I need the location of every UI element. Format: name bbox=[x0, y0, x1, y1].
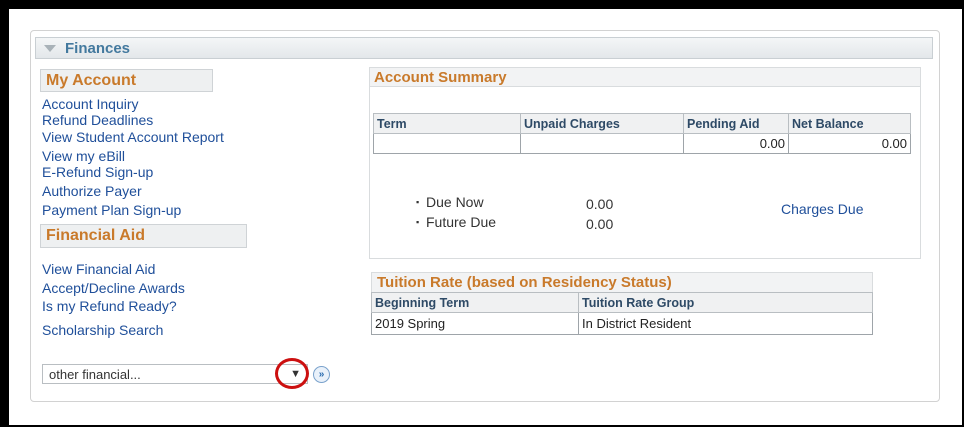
link-refund-deadlines[interactable]: Refund Deadlines bbox=[42, 112, 153, 128]
future-due-label: Future Due bbox=[416, 214, 496, 230]
link-payment-plan-sign-up[interactable]: Payment Plan Sign-up bbox=[42, 202, 181, 218]
my-account-heading: My Account bbox=[40, 69, 213, 92]
column-header: Pending Aid bbox=[683, 113, 789, 134]
future-due-value: 0.00 bbox=[586, 216, 614, 232]
select-value: other financial... bbox=[49, 367, 141, 382]
tuition-rate-table: Beginning Term Tuition Rate Group 2019 S… bbox=[371, 292, 873, 335]
go-button-icon[interactable]: » bbox=[313, 366, 330, 383]
collapse-triangle-icon[interactable] bbox=[44, 45, 56, 52]
account-summary-box bbox=[369, 67, 921, 259]
link-authorize-payer[interactable]: Authorize Payer bbox=[42, 183, 142, 199]
unpaid-charges-cell bbox=[520, 133, 684, 154]
link-e-refund-sign-up[interactable]: E-Refund Sign-up bbox=[42, 164, 153, 180]
table-header-row: Beginning Term Tuition Rate Group bbox=[371, 292, 873, 313]
column-header: Beginning Term bbox=[371, 292, 579, 313]
tuition-rate-group-cell: In District Resident bbox=[578, 312, 873, 335]
link-is-my-refund-ready[interactable]: Is my Refund Ready? bbox=[42, 298, 177, 314]
link-accept-decline-awards[interactable]: Accept/Decline Awards bbox=[42, 280, 185, 296]
net-balance-cell: 0.00 bbox=[788, 133, 911, 154]
account-summary-table: Term Unpaid Charges Pending Aid Net Bala… bbox=[373, 113, 911, 154]
link-scholarship-search[interactable]: Scholarship Search bbox=[42, 322, 163, 338]
due-now-label: Due Now bbox=[416, 194, 484, 210]
account-summary-title: Account Summary bbox=[369, 67, 921, 87]
table-row: 2019 Spring In District Resident bbox=[371, 312, 873, 335]
column-header: Term bbox=[373, 113, 521, 134]
link-view-financial-aid[interactable]: View Financial Aid bbox=[42, 261, 155, 277]
term-cell bbox=[373, 133, 521, 154]
link-account-inquiry[interactable]: Account Inquiry bbox=[42, 96, 139, 112]
link-view-my-ebill[interactable]: View my eBill bbox=[42, 148, 125, 164]
finances-title: Finances bbox=[65, 40, 131, 57]
due-now-value: 0.00 bbox=[586, 196, 614, 212]
column-header: Unpaid Charges bbox=[520, 113, 684, 134]
financial-aid-heading: Financial Aid bbox=[40, 224, 247, 248]
column-header: Net Balance bbox=[788, 113, 911, 134]
tuition-rate-title: Tuition Rate (based on Residency Status) bbox=[371, 272, 873, 293]
link-view-student-account-report[interactable]: View Student Account Report bbox=[42, 129, 224, 145]
table-row: 0.00 0.00 bbox=[373, 133, 911, 154]
pending-aid-cell: 0.00 bbox=[683, 133, 789, 154]
beginning-term-cell: 2019 Spring bbox=[371, 312, 579, 335]
other-financial-select[interactable]: other financial... ▼ bbox=[42, 364, 308, 384]
link-charges-due[interactable]: Charges Due bbox=[781, 201, 864, 217]
table-header-row: Term Unpaid Charges Pending Aid Net Bala… bbox=[373, 113, 911, 134]
highlight-circle bbox=[275, 358, 309, 389]
finances-header[interactable]: Finances bbox=[35, 37, 933, 59]
column-header: Tuition Rate Group bbox=[578, 292, 873, 313]
